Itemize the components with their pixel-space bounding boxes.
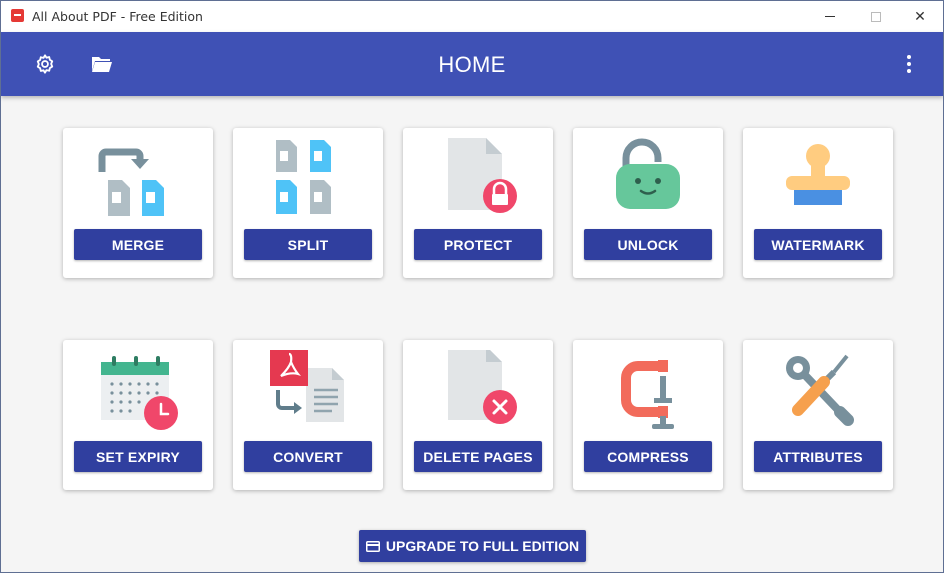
app-window: All About PDF - Free Edition ✕ HOME MERG…: [0, 0, 944, 573]
tool-card-attributes[interactable]: ATTRIBUTES: [743, 340, 893, 490]
set-expiry-button[interactable]: SET EXPIRY: [74, 441, 202, 472]
card-icon: [365, 540, 380, 552]
merge-icon: [98, 148, 164, 216]
tool-card-set-expiry[interactable]: SET EXPIRY: [63, 340, 213, 490]
tool-card-merge[interactable]: MERGE: [63, 128, 213, 278]
unlock-icon: [616, 138, 680, 209]
app-logo-icon: [11, 9, 24, 22]
protect-button[interactable]: PROTECT: [414, 229, 542, 260]
upgrade-label: UPGRADE TO FULL EDITION: [385, 538, 580, 554]
tool-card-unlock[interactable]: UNLOCK: [573, 128, 723, 278]
tool-card-compress[interactable]: COMPRESS: [573, 340, 723, 490]
tool-card-protect[interactable]: PROTECT: [403, 128, 553, 278]
tool-card-split[interactable]: SPLIT: [233, 128, 383, 278]
tool-card-delete-pages[interactable]: DELETE PAGES: [403, 340, 553, 490]
tool-card-watermark[interactable]: WATERMARK: [743, 128, 893, 278]
clamp-icon: [621, 360, 674, 429]
maximize-icon: [871, 11, 881, 22]
close-button[interactable]: ✕: [897, 1, 943, 32]
split-button[interactable]: SPLIT: [244, 229, 372, 260]
app-bar: HOME: [1, 32, 943, 96]
calendar-clock-icon: [101, 356, 178, 430]
window-title: All About PDF - Free Edition: [32, 9, 203, 24]
page-title: HOME: [438, 52, 506, 77]
title-bar: All About PDF - Free Edition ✕: [1, 1, 943, 32]
merge-button[interactable]: MERGE: [74, 229, 202, 260]
split-icon: [276, 140, 331, 214]
protect-icon: [448, 138, 517, 213]
convert-pdf-icon: [270, 350, 344, 422]
upgrade-button[interactable]: UPGRADE TO FULL EDITION: [359, 530, 586, 562]
maximize-button[interactable]: [853, 1, 899, 32]
compress-button[interactable]: COMPRESS: [584, 441, 712, 472]
tools-icon: [786, 354, 854, 426]
minimize-button[interactable]: [807, 1, 853, 32]
tool-card-convert[interactable]: CONVERT: [233, 340, 383, 490]
watermark-stamp-icon: [786, 144, 850, 205]
watermark-button[interactable]: WATERMARK: [754, 229, 882, 260]
convert-button[interactable]: CONVERT: [244, 441, 372, 472]
more-vertical-icon[interactable]: [897, 52, 921, 76]
delete-pages-button[interactable]: DELETE PAGES: [414, 441, 542, 472]
minimize-icon: [825, 16, 835, 17]
attributes-button[interactable]: ATTRIBUTES: [754, 441, 882, 472]
unlock-button[interactable]: UNLOCK: [584, 229, 712, 260]
delete-pages-icon: [448, 350, 517, 424]
